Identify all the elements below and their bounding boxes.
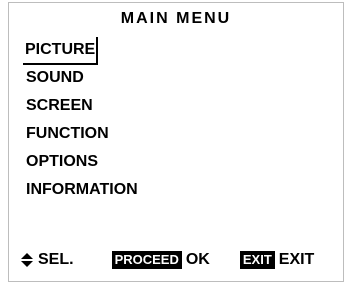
menu-title: MAIN MENU: [120, 10, 232, 27]
menu-item-label: INFORMATION: [26, 181, 138, 198]
menu-item-label: SCREEN: [26, 97, 93, 114]
menu-item-screen[interactable]: SCREEN: [23, 93, 138, 121]
menu-item-information[interactable]: INFORMATION: [23, 177, 138, 205]
menu-list: PICTURE SOUND SCREEN FUNCTION OPTIONS IN…: [23, 37, 138, 205]
exit-label: EXIT: [278, 251, 315, 268]
menu-item-function[interactable]: FUNCTION: [23, 121, 138, 149]
key-guide: SEL. PROCEED OK EXIT EXIT: [21, 249, 331, 271]
exit-hint: EXIT EXIT: [239, 251, 315, 269]
up-down-arrow-icon: [21, 253, 33, 267]
menu-item-options[interactable]: OPTIONS: [23, 149, 138, 177]
proceed-label: OK: [185, 251, 210, 268]
select-label: SEL.: [38, 251, 74, 268]
menu-item-label: SOUND: [26, 69, 84, 86]
menu-item-sound[interactable]: SOUND: [23, 65, 138, 93]
exit-key-badge: EXIT: [239, 251, 275, 269]
proceed-hint: PROCEED OK: [111, 251, 210, 269]
menu-item-label: FUNCTION: [26, 125, 109, 142]
menu-item-label: OPTIONS: [26, 153, 99, 170]
select-hint: SEL.: [21, 251, 74, 269]
menu-item-picture[interactable]: PICTURE: [23, 37, 138, 65]
menu-item-label: PICTURE: [23, 37, 99, 65]
osd-main-menu: MAIN MENU PICTURE SOUND SCREEN FUNCTION …: [8, 2, 344, 282]
proceed-key-badge: PROCEED: [111, 251, 182, 269]
